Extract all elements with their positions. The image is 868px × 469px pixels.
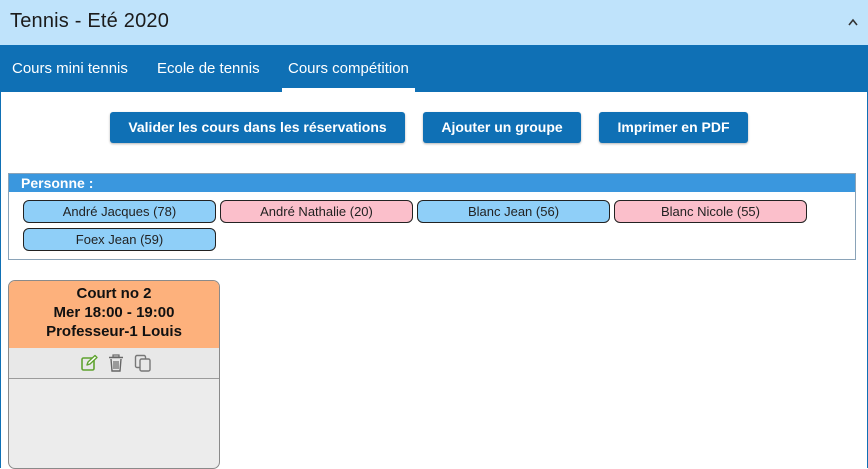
tab-label: Cours mini tennis: [12, 60, 128, 77]
person-chip[interactable]: Blanc Nicole (55): [614, 200, 807, 223]
tab-label: Ecole de tennis: [157, 60, 260, 77]
print-pdf-button[interactable]: Imprimer en PDF: [599, 112, 748, 143]
add-group-button[interactable]: Ajouter un groupe: [423, 112, 581, 143]
course-card-toolbar: [9, 348, 219, 379]
person-chip[interactable]: André Jacques (78): [23, 200, 216, 223]
person-chip[interactable]: André Nathalie (20): [220, 200, 413, 223]
person-chip[interactable]: Blanc Jean (56): [417, 200, 610, 223]
active-tab-indicator: [282, 88, 415, 92]
person-chip[interactable]: Foex Jean (59): [23, 228, 216, 251]
tab-mini-tennis[interactable]: Cours mini tennis: [12, 45, 128, 92]
persons-label: Personne :: [9, 174, 855, 192]
persons-list: Personne : André Jacques (78) André Nath…: [8, 173, 856, 260]
tab-ecole-tennis[interactable]: Ecole de tennis: [157, 45, 260, 92]
page-title: Tennis - Eté 2020: [10, 10, 170, 32]
tab-bar: Cours mini tennis Ecole de tennis Cours …: [1, 45, 867, 92]
chevron-up-icon[interactable]: [846, 16, 860, 28]
course-teacher: Professeur-1 Louis: [46, 323, 182, 340]
edit-icon[interactable]: [80, 354, 98, 372]
court-name: Court no 2: [76, 285, 152, 302]
course-card-header: Court no 2 Mer 18:00 - 19:00 Professeur-…: [9, 281, 219, 348]
course-card[interactable]: Court no 2 Mer 18:00 - 19:00 Professeur-…: [8, 280, 220, 469]
trash-icon[interactable]: [107, 354, 125, 372]
copy-icon[interactable]: [134, 354, 152, 372]
panel-body: Cours mini tennis Ecole de tennis Cours …: [0, 45, 868, 469]
tab-label: Cours compétition: [288, 60, 409, 77]
panel-header[interactable]: Tennis - Eté 2020: [0, 0, 868, 45]
tab-cours-competition[interactable]: Cours compétition: [282, 45, 415, 92]
validate-courses-button[interactable]: Valider les cours dans les réservations: [110, 112, 405, 143]
course-schedule: Mer 18:00 - 19:00: [53, 304, 175, 321]
